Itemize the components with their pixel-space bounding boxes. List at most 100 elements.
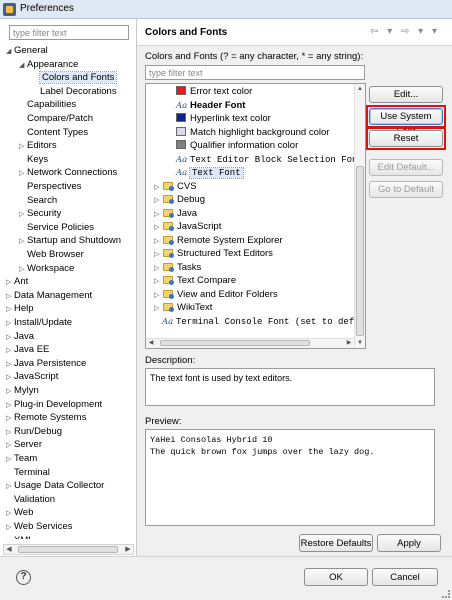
tree-item-ant[interactable]: ▷ Ant bbox=[6, 275, 28, 288]
vscroll-thumb[interactable] bbox=[356, 166, 364, 336]
expand-toggle-icon[interactable]: ◢ bbox=[19, 59, 27, 72]
font-item-error-text-color[interactable]: Error text color bbox=[176, 85, 252, 98]
expand-toggle-icon[interactable]: ▷ bbox=[6, 535, 14, 539]
tree-item-compare-patch[interactable]: Compare/Patch bbox=[19, 112, 93, 125]
scroll-down-icon[interactable]: ▼ bbox=[355, 338, 365, 348]
tree-item-keys[interactable]: Keys bbox=[19, 153, 48, 166]
scroll-right-icon[interactable]: ▶ bbox=[123, 545, 133, 554]
expand-toggle-icon[interactable]: ▷ bbox=[154, 194, 161, 207]
tree-item-startup-and-shutdown[interactable]: ▷ Startup and Shutdown bbox=[19, 234, 121, 247]
tree-item-network-connections[interactable]: ▷ Network Connections bbox=[19, 166, 117, 179]
expand-toggle-icon[interactable]: ▷ bbox=[154, 302, 161, 315]
tree-item-security[interactable]: ▷ Security bbox=[19, 207, 61, 220]
fonts-tree-vscrollbar[interactable]: ▲ ▼ bbox=[354, 84, 365, 348]
tree-item-search[interactable]: Search bbox=[19, 194, 57, 207]
font-item-wikitext[interactable]: ▷ WikiText bbox=[154, 301, 212, 314]
tree-item-terminal[interactable]: Terminal bbox=[6, 466, 50, 479]
tree-item-editors[interactable]: ▷ Editors bbox=[19, 139, 57, 152]
tree-item-content-types[interactable]: Content Types bbox=[19, 126, 88, 139]
tree-item-validation[interactable]: Validation bbox=[6, 493, 55, 506]
expand-toggle-icon[interactable]: ▷ bbox=[6, 521, 14, 534]
cancel-button[interactable]: Cancel bbox=[372, 568, 438, 586]
font-item-terminal-console-font-set-to-defau[interactable]: Aa Terminal Console Font (set to defau bbox=[162, 315, 365, 328]
restore-defaults-button[interactable]: Restore Defaults bbox=[299, 534, 373, 552]
expand-toggle-icon[interactable]: ▷ bbox=[154, 289, 161, 302]
tree-item-web-services[interactable]: ▷ Web Services bbox=[6, 520, 72, 533]
expand-toggle-icon[interactable]: ▷ bbox=[19, 263, 27, 276]
font-item-structured-text-editors[interactable]: ▷ Structured Text Editors bbox=[154, 247, 273, 260]
expand-toggle-icon[interactable]: ▷ bbox=[6, 426, 14, 439]
expand-toggle-icon[interactable]: ▷ bbox=[6, 412, 14, 425]
apply-button[interactable]: Apply bbox=[377, 534, 441, 552]
tree-item-plug-in-development[interactable]: ▷ Plug-in Development bbox=[6, 398, 102, 411]
tree-item-workspace[interactable]: ▷ Workspace bbox=[19, 262, 74, 275]
scroll-up-icon[interactable]: ▲ bbox=[355, 84, 365, 94]
tree-item-data-management[interactable]: ▷ Data Management bbox=[6, 289, 92, 302]
font-item-hyperlink-text-color[interactable]: Hyperlink text color bbox=[176, 112, 271, 125]
expand-toggle-icon[interactable]: ▷ bbox=[154, 221, 161, 234]
tree-item-run-debug[interactable]: ▷ Run/Debug bbox=[6, 425, 62, 438]
help-icon[interactable]: ? bbox=[16, 570, 31, 585]
edit-button[interactable]: Edit... bbox=[369, 86, 443, 103]
expand-toggle-icon[interactable]: ▷ bbox=[154, 181, 161, 194]
expand-toggle-icon[interactable]: ▷ bbox=[6, 358, 14, 371]
expand-toggle-icon[interactable]: ▷ bbox=[154, 262, 161, 275]
tree-item-install-update[interactable]: ▷ Install/Update bbox=[6, 316, 72, 329]
font-item-cvs[interactable]: ▷ CVS bbox=[154, 180, 197, 193]
expand-toggle-icon[interactable]: ▷ bbox=[154, 248, 161, 261]
fonts-filter-input[interactable] bbox=[145, 65, 365, 80]
tree-item-team[interactable]: ▷ Team bbox=[6, 452, 37, 465]
history-nav-icon[interactable]: ⇦ ▾ ⇨ ▾ ▾ bbox=[370, 26, 440, 37]
tree-item-java-persistence[interactable]: ▷ Java Persistence bbox=[6, 357, 86, 370]
preferences-filter-input[interactable] bbox=[9, 25, 129, 40]
expand-toggle-icon[interactable]: ▷ bbox=[6, 276, 14, 289]
reset-button[interactable]: Reset bbox=[369, 130, 443, 147]
font-item-match-highlight-background-color[interactable]: Match highlight background color bbox=[176, 126, 329, 139]
expand-toggle-icon[interactable]: ▷ bbox=[154, 235, 161, 248]
fonts-tree-hscrollbar[interactable]: ◀ ▶ bbox=[146, 338, 354, 348]
font-item-text-font[interactable]: Aa Text Font bbox=[176, 166, 244, 179]
tree-item-help[interactable]: ▷ Help bbox=[6, 302, 34, 315]
hscroll-thumb[interactable] bbox=[18, 546, 118, 553]
expand-toggle-icon[interactable]: ▷ bbox=[6, 385, 14, 398]
tree-item-web-browser[interactable]: Web Browser bbox=[19, 248, 84, 261]
tree-item-javascript[interactable]: ▷ JavaScript bbox=[6, 370, 58, 383]
expand-toggle-icon[interactable]: ▷ bbox=[6, 303, 14, 316]
expand-toggle-icon[interactable]: ▷ bbox=[6, 317, 14, 330]
preferences-tree-hscrollbar[interactable]: ◀ ▶ bbox=[3, 544, 134, 555]
tree-item-general[interactable]: ◢ General bbox=[6, 44, 48, 57]
font-item-debug[interactable]: ▷ Debug bbox=[154, 193, 205, 206]
expand-toggle-icon[interactable]: ▷ bbox=[6, 399, 14, 412]
edit-default-button[interactable]: Edit Default... bbox=[369, 159, 443, 176]
expand-toggle-icon[interactable]: ▷ bbox=[6, 290, 14, 303]
expand-toggle-icon[interactable]: ▷ bbox=[6, 371, 14, 384]
font-item-java[interactable]: ▷ Java bbox=[154, 207, 197, 220]
expand-toggle-icon[interactable]: ▷ bbox=[154, 208, 161, 221]
tree-item-appearance[interactable]: ◢ Appearance bbox=[19, 58, 78, 71]
expand-toggle-icon[interactable]: ▷ bbox=[6, 331, 14, 344]
expand-toggle-icon[interactable]: ▷ bbox=[6, 439, 14, 452]
expand-toggle-icon[interactable]: ▷ bbox=[19, 208, 27, 221]
expand-toggle-icon[interactable]: ◢ bbox=[6, 45, 14, 58]
expand-toggle-icon[interactable]: ▷ bbox=[6, 453, 14, 466]
go-to-default-button[interactable]: Go to Default bbox=[369, 181, 443, 198]
tree-item-service-policies[interactable]: Service Policies bbox=[19, 221, 94, 234]
expand-toggle-icon[interactable]: ▷ bbox=[19, 140, 27, 153]
scroll-left-icon[interactable]: ◀ bbox=[146, 339, 156, 348]
font-item-tasks[interactable]: ▷ Tasks bbox=[154, 261, 201, 274]
font-item-text-editor-block-selection-font[interactable]: Aa Text Editor Block Selection Font bbox=[176, 153, 363, 166]
expand-toggle-icon[interactable]: ▷ bbox=[6, 507, 14, 520]
scroll-left-icon[interactable]: ◀ bbox=[4, 545, 14, 554]
expand-toggle-icon[interactable]: ▷ bbox=[6, 344, 14, 357]
expand-toggle-icon[interactable]: ▷ bbox=[6, 480, 14, 493]
font-item-qualifier-information-color[interactable]: Qualifier information color bbox=[176, 139, 298, 152]
expand-toggle-icon[interactable]: ▷ bbox=[19, 167, 27, 180]
tree-item-label-decorations[interactable]: Label Decorations bbox=[32, 85, 117, 98]
tree-item-colors-and-fonts[interactable]: Colors and Fonts bbox=[32, 71, 118, 85]
font-item-text-compare[interactable]: ▷ Text Compare bbox=[154, 274, 236, 287]
tree-item-capabilities[interactable]: Capabilities bbox=[19, 98, 76, 111]
tree-item-server[interactable]: ▷ Server bbox=[6, 438, 42, 451]
tree-item-mylyn[interactable]: ▷ Mylyn bbox=[6, 384, 39, 397]
tree-item-xml[interactable]: ▷XML bbox=[6, 534, 34, 539]
scroll-right-icon[interactable]: ▶ bbox=[344, 339, 354, 348]
